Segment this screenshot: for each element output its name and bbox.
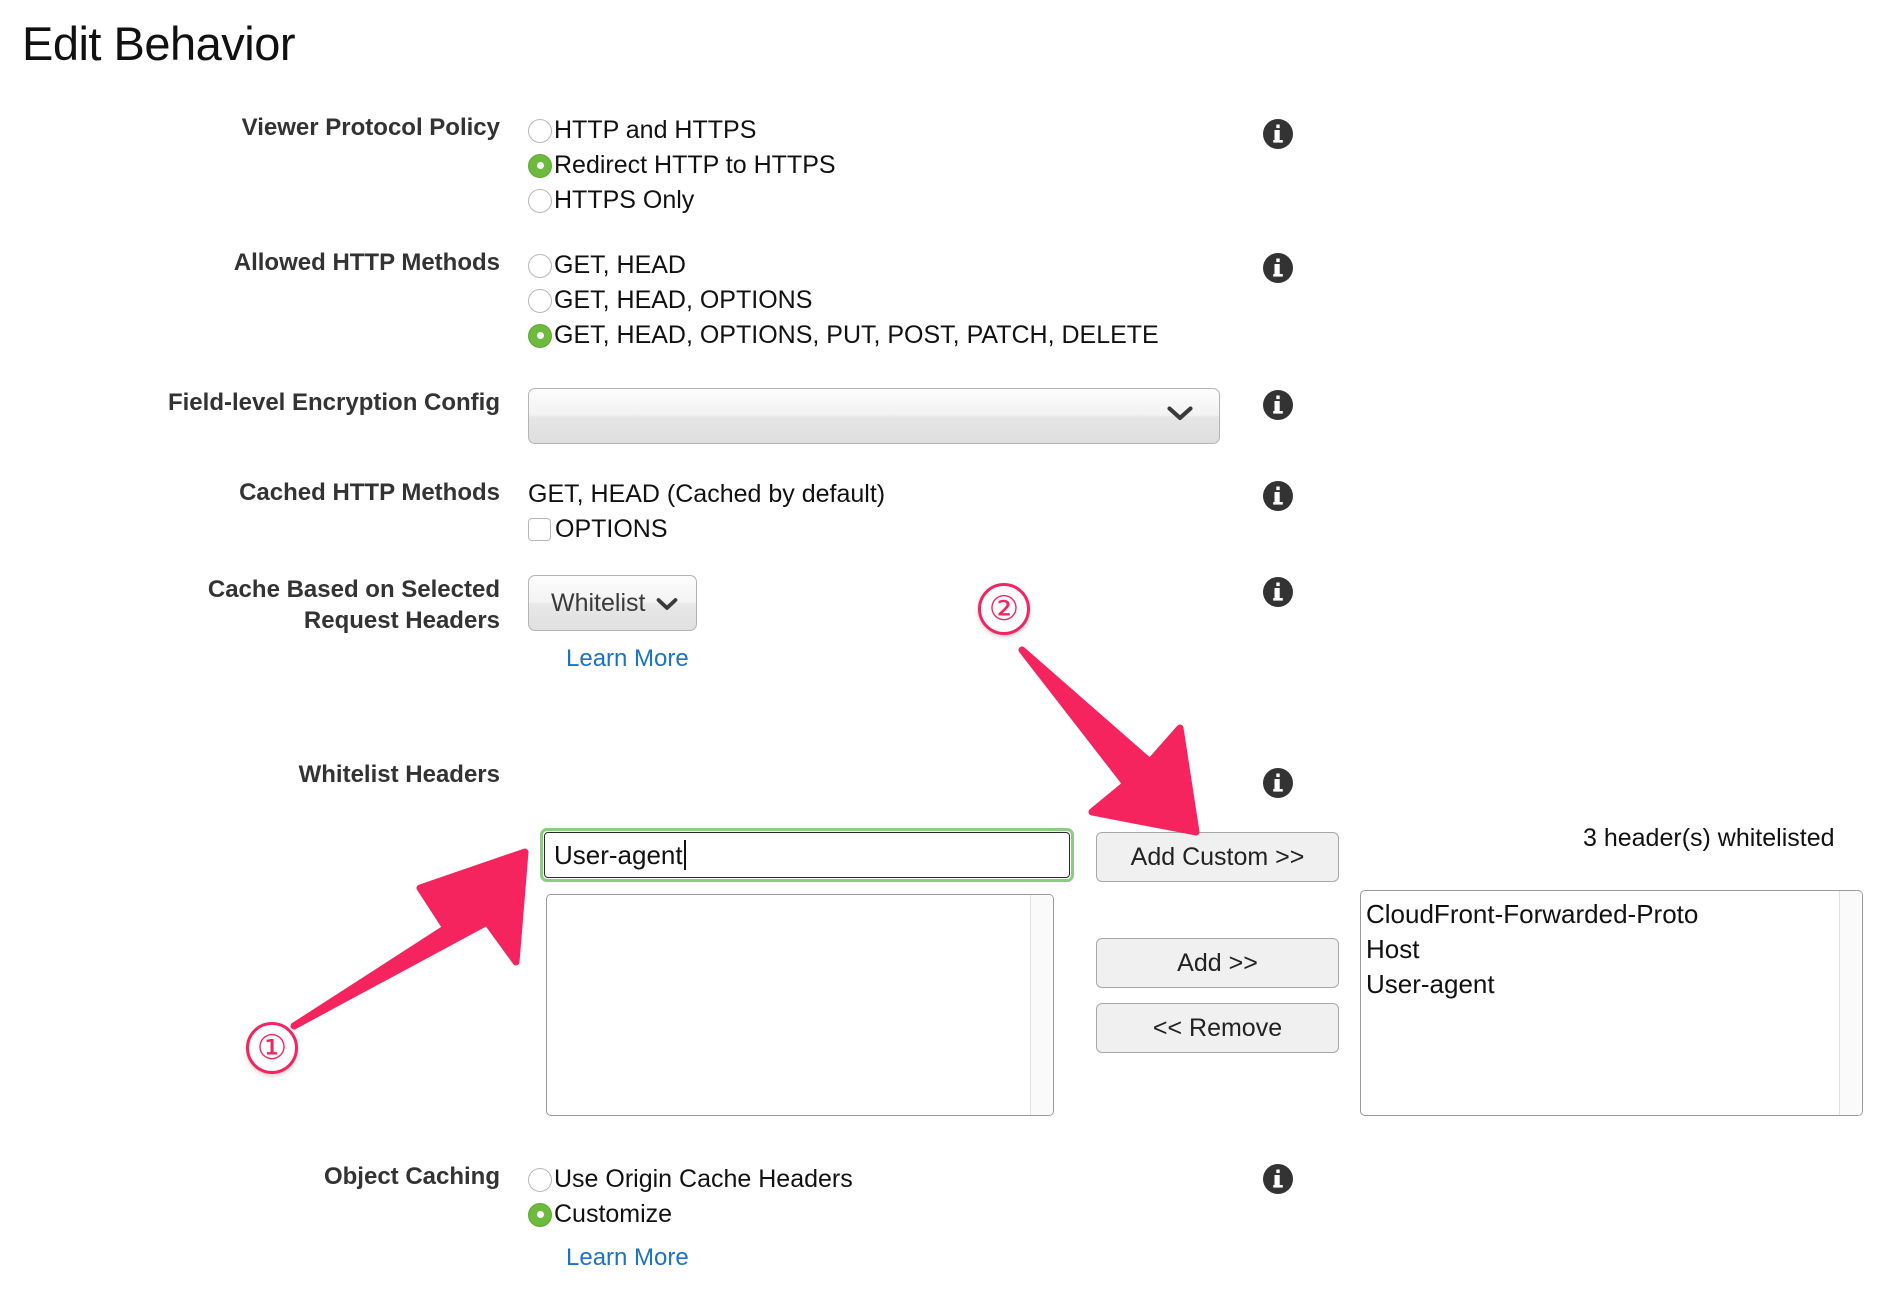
field-control [528,388,1220,444]
field-row-object-caching: Object Caching Use Origin Cache Headers … [170,1162,853,1272]
field-row-cache-based-on-headers: Cache Based on Selected Request Headers … [152,575,698,673]
scrollbar-track[interactable] [1030,895,1053,1115]
radio-label: HTTP and HTTPS [554,116,757,144]
whitelisted-count-text: 3 header(s) whitelisted [1583,824,1835,852]
field-label: Field-level Encryption Config [167,389,500,416]
checkbox-option-options[interactable]: OPTIONS [528,512,885,547]
cached-methods-static-text: GET, HEAD (Cached by default) [528,480,886,508]
chevron-down-icon [1167,406,1193,427]
field-control: GET, HEAD (Cached by default) OPTIONS [528,478,885,547]
radio-http-and-https[interactable] [528,118,552,143]
radio-option[interactable]: HTTPS Only [528,183,836,218]
checkbox-options[interactable] [528,517,551,541]
remove-button[interactable]: << Remove [1096,1003,1339,1053]
whitelisted-headers-items: CloudFront-Forwarded-Proto Host User-age… [1361,891,1862,1002]
checkbox-label: OPTIONS [555,514,668,543]
list-item[interactable]: Host [1366,932,1862,967]
radio-label: GET, HEAD [554,251,686,279]
radio-get-head[interactable] [528,253,552,278]
add-button[interactable]: Add >> [1096,938,1339,988]
info-icon[interactable] [1262,480,1294,512]
field-row-allowed-http-methods: Allowed HTTP Methods GET, HEAD GET, HEAD… [170,248,1159,353]
radio-option[interactable]: GET, HEAD, OPTIONS, PUT, POST, PATCH, DE… [528,318,1159,353]
page-title: Edit Behavior [22,17,296,70]
available-headers-items [547,895,1053,901]
field-label: Viewer Protocol Policy [241,114,500,141]
cache-headers-learn-more-link[interactable]: Learn More [566,645,689,672]
annotation-marker-one: ① [246,1022,298,1074]
field-label: Cached HTTP Methods [239,479,500,506]
radio-label: Use Origin Cache Headers [554,1165,853,1193]
annotation-marker-two: ② [978,583,1030,635]
radio-label: Redirect HTTP to HTTPS [554,151,836,179]
field-row-whitelist-headers: Whitelist Headers [170,760,500,791]
custom-header-input-wrapper[interactable]: User-agent [540,828,1074,882]
cache-headers-whitelist-button[interactable]: Whitelist [528,575,698,631]
radio-label: GET, HEAD, OPTIONS, PUT, POST, PATCH, DE… [554,321,1159,349]
radio-option[interactable]: Use Origin Cache Headers [528,1162,853,1197]
scrollbar-track[interactable] [1839,891,1862,1115]
custom-header-input[interactable]: User-agent [544,832,1070,878]
list-item[interactable]: User-agent [1366,967,1862,1002]
annotation-arrow-one [290,848,529,1030]
info-icon[interactable] [1262,252,1294,284]
radio-option[interactable]: Customize [528,1197,853,1232]
field-row-field-level-encryption-config: Field-level Encryption Config [110,388,1220,444]
remove-button-label: << Remove [1152,1013,1283,1042]
radio-label: HTTPS Only [554,186,695,214]
field-label: Cache Based on Selected Request Headers [207,576,500,634]
field-row-cached-http-methods: Cached HTTP Methods GET, HEAD (Cached by… [170,478,885,547]
radio-get-head-options[interactable] [528,288,552,313]
field-level-encryption-select[interactable] [528,388,1220,444]
text-caret [683,840,686,870]
radio-use-origin-cache-headers[interactable] [528,1167,552,1192]
annotation-arrow-two [1018,646,1200,836]
list-item[interactable]: CloudFront-Forwarded-Proto [1366,897,1862,932]
radio-label: GET, HEAD, OPTIONS [554,286,813,314]
field-label: Object Caching [323,1163,500,1190]
field-label: Whitelist Headers [298,761,500,788]
info-icon[interactable] [1262,767,1294,799]
radio-option[interactable]: Redirect HTTP to HTTPS [528,148,836,183]
add-custom-button-label: Add Custom >> [1130,842,1305,871]
radio-option[interactable]: HTTP and HTTPS [528,113,836,148]
info-icon[interactable] [1262,118,1294,150]
available-headers-listbox[interactable] [546,894,1054,1116]
radio-option[interactable]: GET, HEAD [528,248,1159,283]
radio-customize[interactable] [528,1202,552,1227]
field-row-viewer-protocol-policy: Viewer Protocol Policy HTTP and HTTPS Re… [170,113,836,218]
radio-https-only[interactable] [528,188,552,213]
info-icon[interactable] [1262,389,1294,421]
info-icon[interactable] [1262,1163,1294,1195]
whitelisted-headers-listbox[interactable]: CloudFront-Forwarded-Proto Host User-age… [1360,890,1863,1116]
radio-label: Customize [554,1200,673,1228]
add-button-label: Add >> [1177,948,1258,977]
field-control: Use Origin Cache Headers Customize Learn… [528,1162,853,1272]
radio-option[interactable]: GET, HEAD, OPTIONS [528,283,1159,318]
object-caching-learn-more-link[interactable]: Learn More [566,1244,689,1271]
field-label: Allowed HTTP Methods [233,249,500,276]
field-control: GET, HEAD GET, HEAD, OPTIONS GET, HEAD, … [528,248,1159,353]
custom-header-input-value: User-agent [554,840,683,870]
radio-redirect-http-to-https[interactable] [528,153,552,178]
field-control: HTTP and HTTPS Redirect HTTP to HTTPS HT… [528,113,836,218]
info-icon[interactable] [1262,576,1294,608]
radio-get-head-options-put-post-patch-delete[interactable] [528,323,552,348]
add-custom-button[interactable]: Add Custom >> [1096,832,1339,882]
chevron-down-icon [656,589,678,618]
field-control: Whitelist Learn More [528,575,698,673]
whitelist-button-label: Whitelist [551,588,646,617]
